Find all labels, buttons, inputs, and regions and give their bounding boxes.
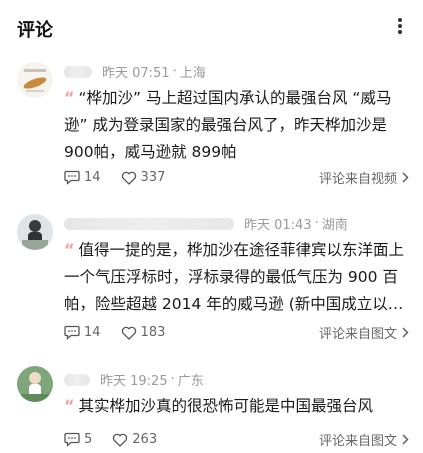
like-count: 337 <box>140 170 166 185</box>
chevron-right-icon <box>402 172 409 183</box>
like-button[interactable]: 263 <box>112 432 157 447</box>
username-redacted[interactable] <box>64 373 90 386</box>
comment-item: 昨天 07:51 · 上海 ““桦加沙” 马上超过国内承认的最强台风 “威马逊”… <box>0 54 423 194</box>
comment-meta: 昨天 19:25 · 广东 <box>64 370 204 389</box>
meta-separator: · <box>314 216 319 231</box>
comment-location: 广东 <box>177 374 204 389</box>
comment-source-link[interactable]: 评论来自图文 <box>319 323 409 342</box>
quote-mark-icon: “ <box>64 240 75 259</box>
comment-source: 评论来自图文 <box>318 327 397 342</box>
comment-text: 值得一提的是，桦加沙在途径菲律宾以东洋面上一个气压浮标时，浮标录得的最低气压为 … <box>64 241 405 313</box>
comment-time: 昨天 07:51 <box>102 66 170 81</box>
reply-count-button[interactable]: 14 <box>64 170 101 185</box>
comment-actions: 14 183 评论来自图文 <box>64 323 409 342</box>
comment-text: 其实桦加沙真的很恐怖可能是中国最强台风 <box>78 397 374 415</box>
comment-item: 昨天 01:43 · 湖南 “值得一提的是，桦加沙在途径菲律宾以东洋面上一个气压… <box>0 206 423 346</box>
comment-source: 评论来自视频 <box>318 172 397 187</box>
page-title: 评论 <box>17 20 53 41</box>
heart-icon <box>113 433 128 447</box>
comment-time: 昨天 01:43 <box>244 218 312 233</box>
comment-source: 评论来自图文 <box>318 434 397 449</box>
comment-text-block[interactable]: ““桦加沙” 马上超过国内承认的最强台风 “威马逊” 成为登录国家的最强台风了，… <box>64 84 405 166</box>
comment-source-link[interactable]: 评论来自视频 <box>319 168 409 187</box>
like-button[interactable]: 183 <box>121 325 166 340</box>
comment-meta: 昨天 01:43 · 湖南 <box>64 214 348 233</box>
comment-location: 湖南 <box>321 218 348 233</box>
quote-mark-icon: “ <box>64 396 75 415</box>
avatar[interactable] <box>17 62 53 98</box>
comment-bubble-icon <box>64 432 80 447</box>
reply-count-button[interactable]: 5 <box>64 432 92 447</box>
comment-meta: 昨天 07:51 · 上海 <box>64 62 206 81</box>
heart-icon <box>121 171 136 185</box>
avatar-image <box>17 62 53 98</box>
comment-text: “桦加沙” 马上超过国内承认的最强台风 “威马逊” 成为登录国家的最强台风了，昨… <box>64 89 392 161</box>
meta-separator: · <box>172 64 177 79</box>
like-count: 263 <box>132 432 158 447</box>
comment-text-block[interactable]: “值得一提的是，桦加沙在途径菲律宾以东洋面上一个气压浮标时，浮标录得的最低气压为… <box>64 236 405 318</box>
reply-count-button[interactable]: 14 <box>64 325 101 340</box>
reply-count: 14 <box>84 170 101 185</box>
header: 评论 <box>0 0 423 54</box>
comment-source-link[interactable]: 评论来自图文 <box>319 430 409 449</box>
reply-count: 14 <box>84 325 101 340</box>
chevron-right-icon <box>402 434 409 445</box>
comment-bubble-icon <box>64 325 80 340</box>
quote-mark-icon: “ <box>64 88 75 107</box>
avatar[interactable] <box>17 214 53 250</box>
comment-actions: 5 263 评论来自图文 <box>64 430 409 449</box>
avatar[interactable] <box>17 366 53 402</box>
meta-separator: · <box>170 372 175 387</box>
comment-actions: 14 337 评论来自视频 <box>64 168 409 187</box>
like-button[interactable]: 337 <box>121 170 166 185</box>
username-redacted[interactable] <box>64 65 92 78</box>
comment-item: 昨天 19:25 · 广东 “其实桦加沙真的很恐怖可能是中国最强台风 5 263… <box>0 362 423 453</box>
reply-count: 5 <box>84 432 93 447</box>
chevron-right-icon <box>402 327 409 338</box>
comment-time: 昨天 19:25 <box>100 374 168 389</box>
like-count: 183 <box>140 325 166 340</box>
username-redacted[interactable] <box>64 217 234 230</box>
comment-bubble-icon <box>64 170 80 185</box>
avatar-image <box>17 366 53 402</box>
more-vertical-icon[interactable] <box>391 14 409 38</box>
heart-icon <box>121 326 136 340</box>
comment-location: 上海 <box>179 66 206 81</box>
comment-text-block[interactable]: “其实桦加沙真的很恐怖可能是中国最强台风 <box>64 392 405 420</box>
avatar-image <box>17 214 53 250</box>
